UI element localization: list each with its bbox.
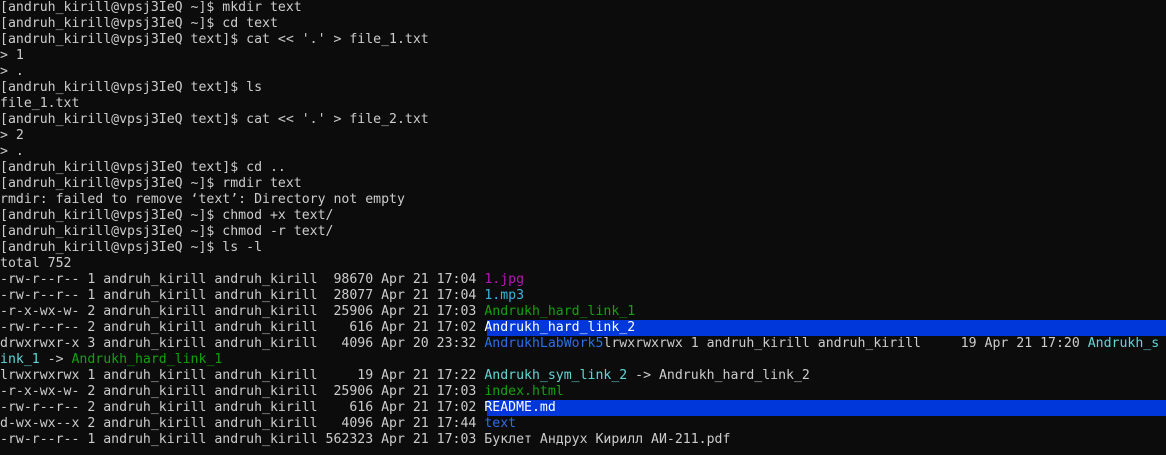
terminal-line: -rw-r--r-- 1 andruh_kirill andruh_kirill…	[0, 288, 1166, 304]
terminal-line: [andruh_kirill@vpsj3IeQ text]$ cat << '.…	[0, 32, 1166, 48]
terminal-text-segment: AndrukhLabWork5	[484, 336, 604, 351]
terminal-line: [andruh_kirill@vpsj3IeQ text]$ ls	[0, 80, 1166, 96]
terminal-text-segment: -rw-r--r-- 2 andruh_kirill andruh_kirill…	[0, 320, 485, 335]
terminal-text-segment: [andruh_kirill@vpsj3IeQ ~]$ chmod -r tex…	[0, 224, 334, 239]
terminal-line: -r-x-wx-w- 2 andruh_kirill andruh_kirill…	[0, 384, 1166, 400]
terminal-line: lrwxrwxrwx 1 andruh_kirill andruh_kirill…	[0, 368, 1166, 384]
terminal-line: > .	[0, 64, 1166, 80]
terminal-text-segment: -r-x-wx-w- 2 andruh_kirill andruh_kirill…	[0, 304, 485, 319]
terminal-text-segment: Andrukh_sym_link_2	[484, 368, 628, 383]
terminal-line: [andruh_kirill@vpsj3IeQ text]$ cd ..	[0, 160, 1166, 176]
terminal-text-segment: ->	[39, 352, 72, 367]
terminal-text-segment: 1.jpg	[484, 272, 525, 287]
terminal-line: > .	[0, 144, 1166, 160]
terminal-text-segment: [andruh_kirill@vpsj3IeQ ~]$ cd text	[0, 16, 278, 31]
terminal-window[interactable]: [andruh_kirill@vpsj3IeQ ~]$ mkdir text [a…	[0, 0, 1166, 455]
terminal-line: [andruh_kirill@vpsj3IeQ ~]$ rmdir text	[0, 176, 1166, 192]
terminal-line: rmdir: failed to remove ‘text’: Director…	[0, 192, 1166, 208]
terminal-line: drwxrwxr-x 3 andruh_kirill andruh_kirill…	[0, 336, 1166, 352]
terminal-text-segment: [andruh_kirill@vpsj3IeQ text]$ cd ..	[0, 160, 286, 175]
terminal-text-segment: [andruh_kirill@vpsj3IeQ ~]$ mkdir text	[0, 0, 302, 15]
terminal-text-segment: lrwxrwxrwx 1 andruh_kirill andruh_kirill…	[603, 336, 1088, 351]
terminal-text-segment: [andruh_kirill@vpsj3IeQ ~]$ rmdir text	[0, 176, 302, 191]
terminal-text-segment: [andruh_kirill@vpsj3IeQ text]$ cat << '.…	[0, 112, 429, 127]
terminal-line: -r-x-wx-w- 2 andruh_kirill andruh_kirill…	[0, 304, 1166, 320]
terminal-line: -rw-r--r-- 1 andruh_kirill andruh_kirill…	[0, 272, 1166, 288]
terminal-text-segment: [andruh_kirill@vpsj3IeQ text]$ ls	[0, 80, 263, 95]
terminal-line-highlighted: -rw-r--r-- 2 andruh_kirill andruh_kirill…	[0, 400, 1166, 416]
terminal-text-segment: -rw-r--r-- 2 andruh_kirill andruh_kirill…	[0, 400, 485, 415]
terminal-line: -rw-r--r-- 1 andruh_kirill andruh_kirill…	[0, 432, 1166, 448]
terminal-line: > 1	[0, 48, 1166, 64]
terminal-text-segment: [andruh_kirill@vpsj3IeQ ~]$ ls -l	[0, 240, 263, 255]
terminal-text-segment: -rw-r--r-- 1 andruh_kirill andruh_kirill…	[0, 432, 731, 447]
terminal-line: [andruh_kirill@vpsj3IeQ ~]$ mkdir text	[0, 0, 1166, 16]
terminal-text-segment: > .	[0, 144, 24, 159]
terminal-line: total 752	[0, 256, 1166, 272]
terminal-line: file_1.txt	[0, 96, 1166, 112]
terminal-line: [andruh_kirill@vpsj3IeQ text]$ cat << '.…	[0, 112, 1166, 128]
terminal-line-highlighted: -rw-r--r-- 2 andruh_kirill andruh_kirill…	[0, 320, 1166, 336]
terminal-text-segment: Andrukh_hard_link_1	[484, 304, 636, 319]
terminal-text-segment: Andrukh_s	[1087, 336, 1160, 351]
terminal-text-segment: -rw-r--r-- 1 andruh_kirill andruh_kirill…	[0, 272, 485, 287]
terminal-line: [andruh_kirill@vpsj3IeQ ~]$ cd text	[0, 16, 1166, 32]
terminal-line: > 2	[0, 128, 1166, 144]
terminal-text-segment: total 752	[0, 256, 72, 271]
terminal-text-segment: lrwxrwxrwx 1 andruh_kirill andruh_kirill…	[0, 368, 485, 383]
terminal-text-segment: > 2	[0, 128, 24, 143]
selection-highlight	[487, 400, 1166, 416]
terminal-text-segment: Andrukh_hard_link_2	[484, 320, 636, 335]
terminal-text-segment: [andruh_kirill@vpsj3IeQ text]$ cat << '.…	[0, 32, 429, 47]
terminal-text-segment: [andruh_kirill@vpsj3IeQ ~]$ chmod +x tex…	[0, 208, 334, 223]
terminal-line: [andruh_kirill@vpsj3IeQ ~]$ ls -l	[0, 240, 1166, 256]
terminal-text-segment: -r-x-wx-w- 2 andruh_kirill andruh_kirill…	[0, 384, 485, 399]
terminal-text-segment: 1.mp3	[484, 288, 525, 303]
terminal-text-segment: -rw-r--r-- 1 andruh_kirill andruh_kirill…	[0, 288, 485, 303]
terminal-line: ink_1 -> Andrukh_hard_link_1	[0, 352, 1166, 368]
terminal-text-segment: README.md	[484, 400, 556, 415]
terminal-line: [andruh_kirill@vpsj3IeQ ~]$ chmod -r tex…	[0, 224, 1166, 240]
terminal-line: [andruh_kirill@vpsj3IeQ ~]$ chmod +x tex…	[0, 208, 1166, 224]
terminal-text-segment: -> Andrukh_hard_link_2	[627, 368, 810, 383]
terminal-text-segment: index.html	[484, 384, 564, 399]
terminal-text-segment: ink_1	[0, 352, 40, 367]
terminal-text-segment: rmdir: failed to remove ‘text’: Director…	[0, 192, 405, 207]
terminal-text-segment: file_1.txt	[0, 96, 80, 111]
terminal-text-segment: text	[484, 416, 517, 431]
terminal-text-segment: drwxrwxr-x 3 andruh_kirill andruh_kirill…	[0, 336, 485, 351]
terminal-line: d-wx-wx--x 2 andruh_kirill andruh_kirill…	[0, 416, 1166, 432]
terminal-text-segment: Andrukh_hard_link_1	[71, 352, 223, 367]
terminal-text-segment: d-wx-wx--x 2 andruh_kirill andruh_kirill…	[0, 416, 485, 431]
terminal-text-segment: > 1	[0, 48, 24, 63]
terminal-text-segment: > .	[0, 64, 24, 79]
